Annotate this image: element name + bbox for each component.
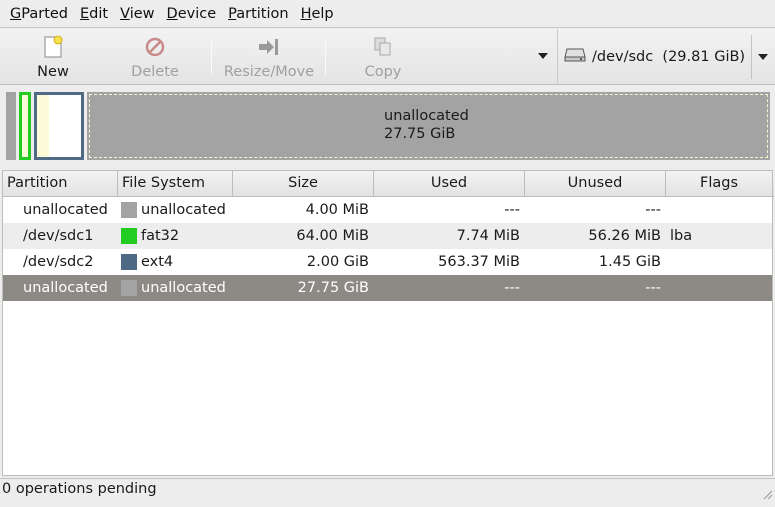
menu-edit-label: dit (89, 5, 109, 22)
chevron-down-icon (757, 51, 769, 67)
table-header: Partition File System Size Used Unused F… (3, 171, 774, 197)
menu-view[interactable]: View (114, 0, 160, 28)
new-button[interactable]: New (20, 29, 86, 85)
delete-button[interactable]: Delete (120, 29, 190, 85)
device-label: /dev/sdc (29.81 GiB) (592, 49, 746, 65)
menu-help-label: elp (311, 5, 334, 22)
resize-grip-icon[interactable] (761, 486, 773, 500)
flags-cell: lba (670, 228, 693, 244)
used-cell: --- (504, 202, 520, 218)
toolbar: New Delete Resize/Move Copy /dev/sdc (29… (0, 29, 775, 85)
partition-cell: unallocated (23, 202, 108, 218)
disk-map-segment-sdc1[interactable] (19, 92, 31, 160)
menu-edit-mnemonic: E (80, 5, 90, 22)
menu-gparted-mnemonic: G (10, 5, 22, 22)
column-header-size[interactable]: Size (233, 171, 374, 197)
copy-icon (371, 35, 395, 59)
menu-gparted-label: Parted (21, 5, 68, 22)
filesystem-cell: unallocated (141, 202, 226, 218)
resize-move-icon (257, 35, 281, 59)
size-cell: 27.75 GiB (297, 280, 369, 296)
column-header-partition[interactable]: Partition (3, 171, 118, 197)
used-cell: 563.37 MiB (438, 254, 520, 270)
column-header-used[interactable]: Used (374, 171, 525, 197)
new-button-label: New (37, 64, 69, 80)
size-cell: 4.00 MiB (305, 202, 369, 218)
unused-cell: 1.45 GiB (598, 254, 661, 270)
menu-partition-label: artition (236, 5, 289, 22)
menu-device-label: evice (177, 5, 217, 22)
used-cell: 7.74 MiB (456, 228, 520, 244)
filesystem-color-swatch (121, 254, 137, 270)
disk-map-unallocated-size: 27.75 GiB (384, 126, 456, 142)
resize-move-button-label: Resize/Move (223, 64, 315, 80)
menu-device[interactable]: Device (161, 0, 223, 28)
new-document-icon (41, 35, 65, 59)
disk-map-segment-unallocated-selected[interactable]: unallocated 27.75 GiB (87, 92, 770, 160)
disk-map: unallocated 27.75 GiB (0, 86, 775, 170)
unused-cell: --- (645, 202, 661, 218)
delete-button-label: Delete (131, 64, 179, 80)
filesystem-cell: fat32 (141, 228, 180, 244)
disk-map-segment-unallocated-small[interactable] (6, 92, 16, 160)
delete-icon (143, 35, 167, 59)
status-bar: 0 operations pending (0, 478, 775, 500)
used-cell: --- (504, 280, 520, 296)
menu-view-mnemonic: V (120, 5, 130, 22)
hard-drive-icon (564, 46, 586, 68)
partition-cell: /dev/sdc1 (23, 228, 94, 244)
device-selector[interactable]: /dev/sdc (29.81 GiB) (557, 29, 775, 85)
menu-gparted[interactable]: GParted (4, 0, 74, 28)
menu-partition-mnemonic: P (228, 5, 237, 22)
filesystem-color-swatch (121, 202, 137, 218)
filesystem-color-swatch (121, 228, 137, 244)
disk-map-segment-sdc2[interactable] (34, 92, 84, 160)
toolbar-separator (211, 41, 212, 75)
status-text: 0 operations pending (2, 481, 157, 497)
menu-partition[interactable]: Partition (222, 0, 294, 28)
filesystem-color-swatch (121, 280, 137, 296)
size-cell: 64.00 MiB (296, 228, 369, 244)
used-space-fill (37, 95, 49, 157)
column-header-file-system[interactable]: File System (118, 171, 233, 197)
menu-device-mnemonic: D (166, 5, 178, 22)
copy-button[interactable]: Copy (350, 29, 416, 85)
toolbar-separator (325, 41, 326, 75)
menu-edit[interactable]: Edit (74, 0, 114, 28)
menu-view-label: iew (129, 5, 155, 22)
partition-cell: /dev/sdc2 (23, 254, 94, 270)
table-row-selected[interactable]: unallocated unallocated 27.75 GiB --- --… (3, 275, 772, 301)
toolbar-overflow-arrow-icon[interactable] (536, 49, 550, 63)
table-row[interactable]: unallocated unallocated 4.00 MiB --- --- (3, 197, 772, 223)
column-header-flags[interactable]: Flags (666, 171, 773, 197)
filesystem-cell: unallocated (141, 280, 226, 296)
device-selector-separator (751, 35, 752, 79)
free-space-fill (49, 95, 81, 157)
unused-cell: --- (645, 280, 661, 296)
table-row[interactable]: /dev/sdc2 ext4 2.00 GiB 563.37 MiB 1.45 … (3, 249, 772, 275)
table-row[interactable]: /dev/sdc1 fat32 64.00 MiB 7.74 MiB 56.26… (3, 223, 772, 249)
resize-move-button[interactable]: Resize/Move (219, 29, 319, 85)
partition-table: Partition File System Size Used Unused F… (2, 170, 774, 476)
disk-map-unallocated-label: unallocated (384, 108, 469, 124)
menu-help-mnemonic: H (300, 5, 312, 22)
filesystem-cell: ext4 (141, 254, 174, 270)
size-cell: 2.00 GiB (306, 254, 369, 270)
column-header-unused[interactable]: Unused (525, 171, 666, 197)
unused-cell: 56.26 MiB (588, 228, 661, 244)
copy-button-label: Copy (364, 64, 402, 80)
menubar: GParted Edit View Device Partition Help (0, 0, 775, 28)
partition-cell: unallocated (23, 280, 108, 296)
menu-help[interactable]: Help (295, 0, 340, 28)
